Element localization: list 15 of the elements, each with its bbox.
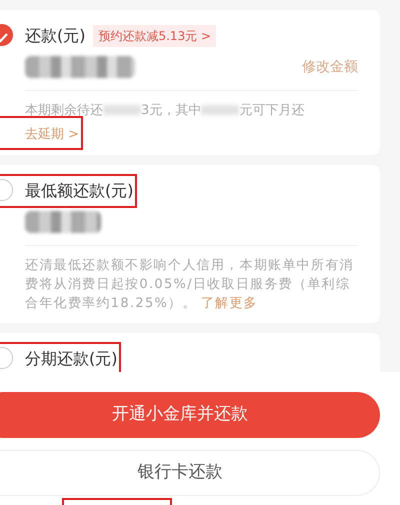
note-text: 元可下月还 [239, 103, 304, 118]
discount-tag[interactable]: 预约还款减5.13元 > [93, 25, 216, 47]
option-title: 最低额还款(元) [25, 181, 134, 200]
option-title: 分期还款(元) [25, 349, 118, 368]
postpone-link[interactable]: 去延期 > [25, 125, 80, 144]
option-title: 还款(元) [25, 26, 86, 45]
note-text: 3元，其中 [141, 103, 202, 118]
note-text: 本期剩余待还 [25, 103, 103, 118]
edit-amount-link[interactable]: 修改金额 [302, 56, 358, 78]
description-text: 还清最低还款额不影响个人信用，本期账单中所有消费将从消费日起按0.05%/日收取日服务费（单利综合年化费率约18.25%）。 了解更多 [25, 257, 355, 313]
bank-card-button[interactable]: 银行卡还款 [0, 450, 380, 496]
learn-more-link[interactable]: 了解更多 [200, 296, 258, 311]
blurred-amount [103, 105, 141, 116]
open-and-repay-button[interactable]: 开通小金库并还款 [0, 392, 380, 438]
blurred-amount [201, 105, 240, 116]
